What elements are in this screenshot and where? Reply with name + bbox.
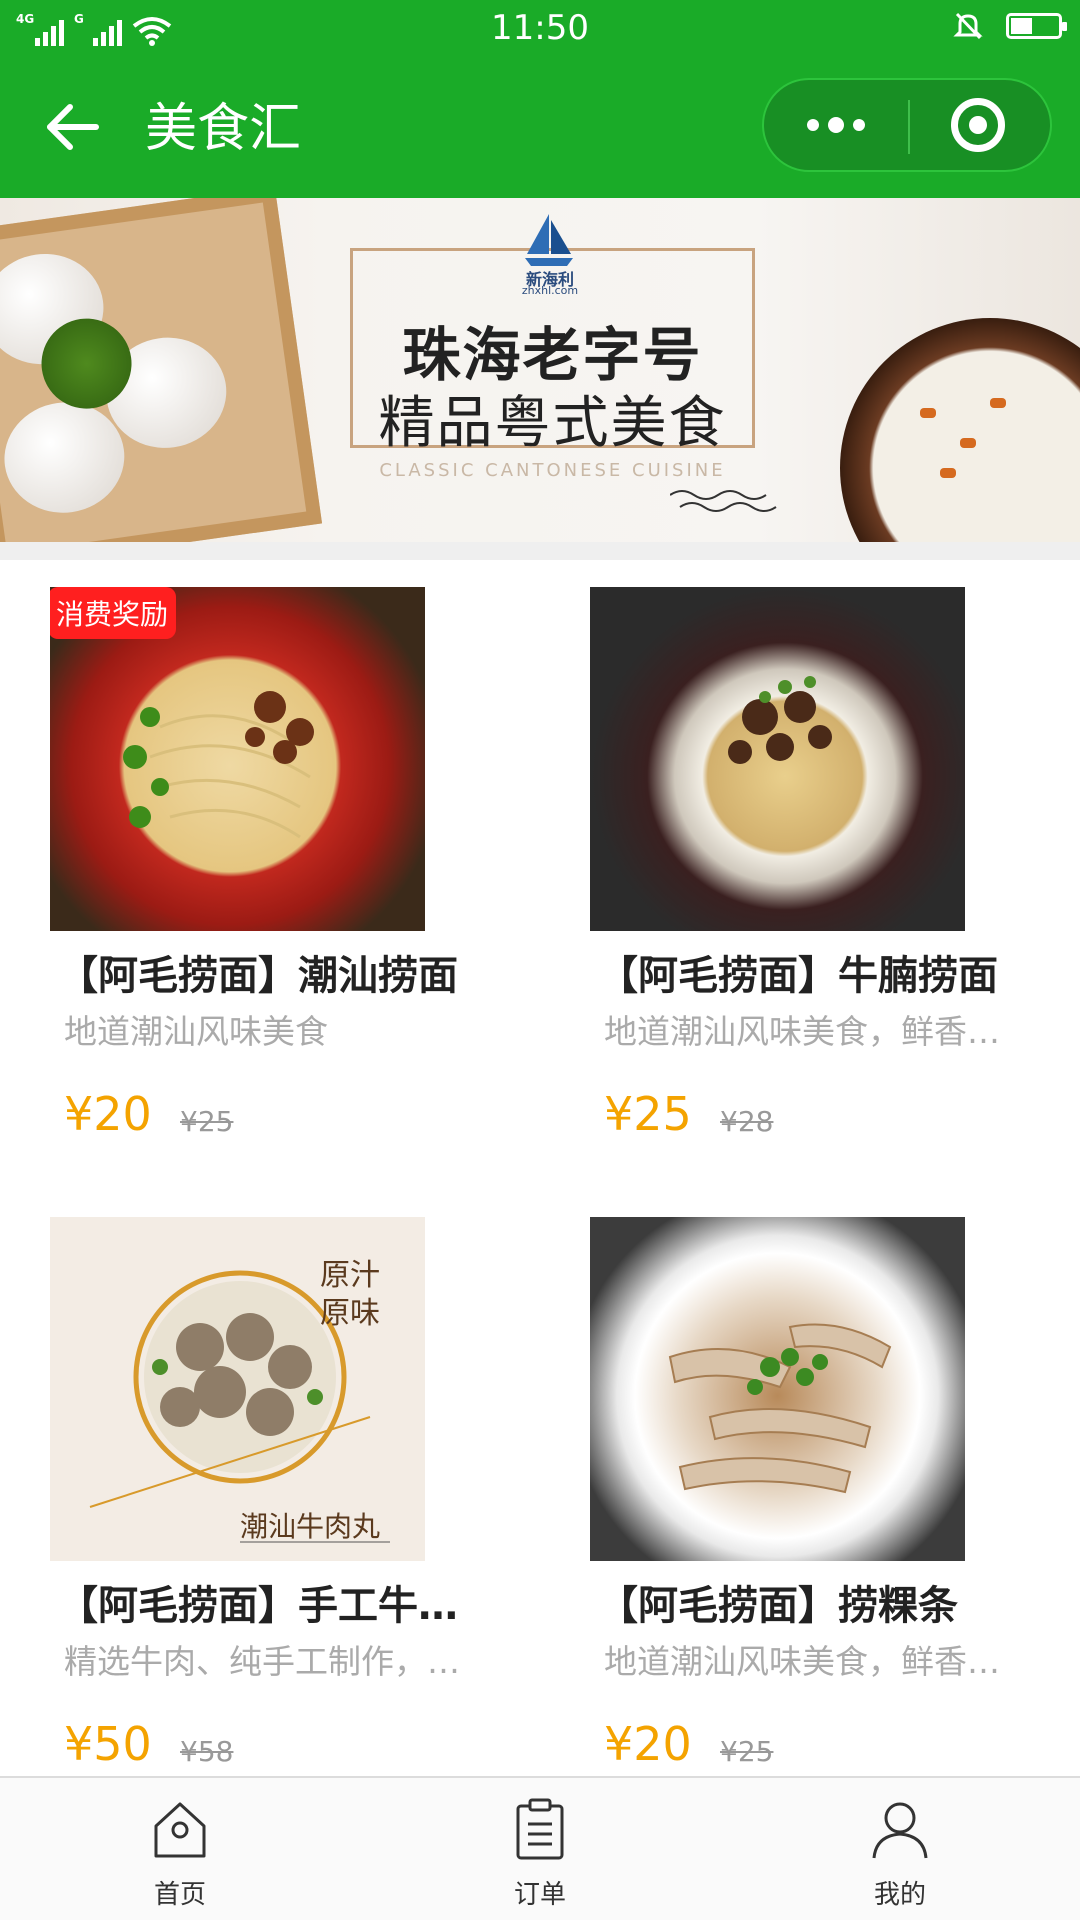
product-image[interactable]: [590, 587, 965, 931]
tab-label: 首页: [153, 1880, 206, 1910]
product-image[interactable]: [590, 1217, 965, 1561]
product-price: ¥20: [604, 1717, 692, 1771]
sail-logo-icon: [525, 214, 573, 266]
banner-subheadline: 精品粤式美食: [378, 391, 727, 456]
status-bar: 4G G 11:50: [0, 0, 1080, 60]
congee-bowl-image: [840, 318, 1080, 542]
order-icon: [516, 1798, 564, 1860]
more-options-button[interactable]: [764, 80, 908, 170]
product-name[interactable]: 【阿毛捞面】牛腩捞面: [598, 943, 1038, 1001]
dot-icon: [853, 119, 865, 131]
bottom-tab-bar: 首页 订单 我的: [0, 1776, 1080, 1920]
target-icon: [951, 98, 1005, 152]
product-description: 地道潮汕风味美食，鲜香…: [604, 1642, 1000, 1681]
back-arrow-icon[interactable]: [40, 95, 104, 159]
reward-badge: 消费奖励: [50, 587, 177, 639]
product-image-title: 潮汕牛肉丸: [240, 1510, 381, 1543]
status-time: 11:50: [491, 8, 589, 48]
mini-program-capsule: [762, 78, 1052, 172]
product-original-price: ¥25: [180, 1105, 234, 1138]
navigation-bar: 美食汇: [0, 60, 1080, 198]
product-name[interactable]: 【阿毛捞面】捞粿条: [598, 1573, 1038, 1631]
dot-icon: [807, 119, 819, 131]
product-name[interactable]: 【阿毛捞面】潮汕捞面: [58, 943, 498, 1001]
promo-banner[interactable]: 新海利 zhxhl.com 珠海老字号 精品粤式美食 CLASSIC CANTO…: [0, 198, 1080, 542]
battery-icon: [1006, 13, 1067, 39]
close-mini-program-button[interactable]: [906, 80, 1050, 170]
section-divider: [0, 542, 1080, 560]
bell-muted-icon: [953, 12, 983, 40]
product-price: ¥20: [64, 1087, 152, 1141]
tab-label: 我的: [873, 1880, 926, 1910]
banner-brand-url: zhxhl.com: [521, 284, 579, 297]
product-price: ¥50: [64, 1717, 152, 1771]
banner-english-subtitle: CLASSIC CANTONESE CUISINE: [379, 460, 726, 481]
product-image[interactable]: 原汁原味 潮汕牛肉丸: [50, 1217, 425, 1561]
product-description: 地道潮汕风味美食，鲜香…: [604, 1012, 1000, 1051]
battery-level: [1011, 18, 1032, 34]
product-image[interactable]: 消费奖励: [50, 587, 425, 931]
product-price: ¥25: [604, 1087, 692, 1141]
product-image-caption: 原汁原味: [320, 1258, 380, 1331]
home-icon: [154, 1802, 206, 1858]
user-icon: [872, 1802, 928, 1859]
dim-sum-steamer-image: [0, 198, 323, 542]
tab-orders[interactable]: 订单: [440, 1778, 640, 1920]
product-description: 精选牛肉、纯手工制作，…: [64, 1642, 460, 1681]
product-description: 地道潮汕风味美食: [64, 1012, 328, 1051]
dot-icon: [828, 117, 844, 133]
tab-label: 订单: [513, 1880, 566, 1910]
page-title: 美食汇: [145, 99, 302, 159]
wave-decoration: [670, 490, 777, 512]
product-name[interactable]: 【阿毛捞面】手工牛…: [58, 1573, 498, 1631]
product-original-price: ¥25: [720, 1735, 774, 1768]
tab-profile[interactable]: 我的: [800, 1778, 1000, 1920]
product-original-price: ¥28: [720, 1105, 774, 1138]
tab-home[interactable]: 首页: [80, 1778, 280, 1920]
product-original-price: ¥58: [180, 1735, 234, 1768]
